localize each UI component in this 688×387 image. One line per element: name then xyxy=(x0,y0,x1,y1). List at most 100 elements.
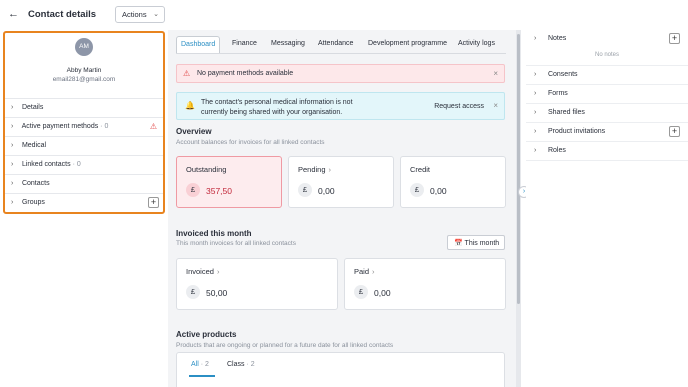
add-group-button[interactable]: + xyxy=(148,197,159,208)
payment-alert-text: No payment methods available xyxy=(197,70,294,77)
section-label: Consents xyxy=(547,71,578,78)
overview-subtitle: Account balances for invoices for all li… xyxy=(176,139,325,146)
tab-attendance[interactable]: Attendance xyxy=(318,36,353,53)
section-label: Notes xyxy=(547,35,567,42)
section-label: Details xyxy=(21,104,44,111)
actions-dropdown[interactable]: Actions ⌄ xyxy=(115,6,165,23)
section-label: Medical xyxy=(21,142,47,149)
section-label: Groups xyxy=(21,199,45,206)
tab-activity-logs[interactable]: Activity logs xyxy=(458,36,495,53)
chevron-right-icon: › xyxy=(534,147,537,154)
active-products-subtitle: Products that are ongoing or planned for… xyxy=(176,342,394,349)
section-shared-files[interactable]: › Shared files xyxy=(526,104,688,123)
card-label: Pending › xyxy=(298,165,332,174)
chevron-right-icon: › xyxy=(534,35,537,42)
invoiced-value: 50,00 xyxy=(206,288,228,298)
section-details[interactable]: › Details xyxy=(5,98,163,117)
section-product-invitations[interactable]: › Product invitations + xyxy=(526,123,688,142)
chevron-right-icon: › xyxy=(534,109,537,116)
credit-card[interactable]: Credit £ 0,00 xyxy=(400,156,506,208)
pending-value: 0,00 xyxy=(318,186,335,196)
pound-icon: £ xyxy=(410,183,424,197)
period-label: This month xyxy=(464,240,500,247)
avatar: AM xyxy=(75,38,93,56)
chevron-right-icon: › xyxy=(11,161,14,168)
card-label: Outstanding xyxy=(186,165,227,174)
contact-panel: AM Abby Martin email281@gmail.com › Deta… xyxy=(3,31,165,214)
paid-card[interactable]: Paid › £ 0,00 xyxy=(344,258,506,310)
section-count: · 0 xyxy=(100,123,109,130)
chevron-right-icon: › xyxy=(534,71,537,78)
invoiced-title: Invoiced this month xyxy=(176,229,252,238)
tab-finance[interactable]: Finance xyxy=(232,36,257,53)
tab-development-programme[interactable]: Development programme xyxy=(368,36,447,53)
section-label: Roles xyxy=(547,147,566,154)
card-label: Credit xyxy=(410,165,431,174)
back-arrow-icon[interactable]: ← xyxy=(8,8,20,20)
actions-label: Actions xyxy=(122,10,147,19)
section-label: Product invitations xyxy=(547,128,606,135)
right-sidebar: › Notes + No notes › Consents › Forms › … xyxy=(526,30,688,387)
scrollbar-thumb[interactable] xyxy=(517,34,520,304)
page-title: Contact details xyxy=(28,9,97,20)
section-medical[interactable]: › Medical xyxy=(5,136,163,155)
section-label: Linked contacts xyxy=(21,161,71,168)
section-notes[interactable]: › Notes + No notes xyxy=(526,30,688,66)
request-access-button[interactable]: Request access xyxy=(434,102,484,112)
chevron-right-icon: › xyxy=(11,199,14,206)
invoiced-subtitle: This month invoices for all linked conta… xyxy=(176,240,296,247)
chevron-right-icon: › xyxy=(11,180,14,187)
pound-icon: £ xyxy=(186,285,200,299)
pound-icon: £ xyxy=(186,183,200,197)
no-notes-text: No notes xyxy=(594,52,619,58)
section-contacts[interactable]: › Contacts xyxy=(5,174,163,193)
section-label: Active payment methods xyxy=(21,123,99,130)
this-month-button[interactable]: 📅 This month xyxy=(447,235,505,250)
invoiced-card[interactable]: Invoiced › £ 50,00 xyxy=(176,258,338,310)
active-tab-indicator xyxy=(189,375,215,377)
warning-icon: ⚠ xyxy=(149,122,157,131)
products-tab-class[interactable]: Class · 2 xyxy=(227,361,255,368)
payment-alert: ⚠ No payment methods available × xyxy=(176,64,505,83)
chevron-right-icon: › xyxy=(11,123,14,130)
pound-icon: £ xyxy=(354,285,368,299)
pending-card[interactable]: Pending › £ 0,00 xyxy=(288,156,394,208)
section-linked-contacts[interactable]: › Linked contacts · 0 xyxy=(5,155,163,174)
section-forms[interactable]: › Forms xyxy=(526,85,688,104)
contact-name: Abby Martin xyxy=(66,67,102,74)
medical-info-alert: 🔔 The contact's personal medical informa… xyxy=(176,92,505,120)
chevron-right-icon: › xyxy=(534,90,537,97)
active-products-title: Active products xyxy=(176,330,237,339)
add-note-button[interactable]: + xyxy=(669,33,680,44)
outstanding-value: 357,50 xyxy=(206,186,232,196)
credit-value: 0,00 xyxy=(430,186,447,196)
chevron-right-icon: › xyxy=(328,165,332,174)
chevron-right-icon: › xyxy=(534,128,537,135)
warning-icon: ⚠ xyxy=(183,69,191,78)
top-bar: ← Contact details Actions ⌄ xyxy=(0,0,520,30)
contact-email: email281@gmail.com xyxy=(52,76,116,83)
tab-divider xyxy=(176,53,506,54)
section-active-payment-methods[interactable]: › Active payment methods · 0 ⚠ xyxy=(5,117,163,136)
products-tab-all[interactable]: All · 2 xyxy=(191,361,209,368)
section-label: Forms xyxy=(547,90,568,97)
calendar-icon: 📅 xyxy=(454,240,463,247)
bell-icon: 🔔 xyxy=(185,101,195,110)
card-label: Invoiced › xyxy=(186,267,220,276)
section-count: · 0 xyxy=(72,161,81,168)
tab-messaging[interactable]: Messaging xyxy=(271,36,305,53)
section-roles[interactable]: › Roles xyxy=(526,142,688,161)
main-content: Dashboard Finance Messaging Attendance D… xyxy=(168,30,516,387)
outstanding-card[interactable]: Outstanding £ 357,50 xyxy=(176,156,282,208)
pound-icon: £ xyxy=(298,183,312,197)
chevron-right-icon: › xyxy=(11,142,14,149)
close-icon[interactable]: × xyxy=(493,101,498,111)
paid-value: 0,00 xyxy=(374,288,391,298)
section-groups[interactable]: › Groups + xyxy=(5,193,163,212)
tab-dashboard[interactable]: Dashboard xyxy=(176,36,221,53)
add-invitation-button[interactable]: + xyxy=(669,126,680,137)
section-consents[interactable]: › Consents xyxy=(526,66,688,85)
section-label: Contacts xyxy=(21,180,50,187)
chevron-down-icon: ⌄ xyxy=(153,11,159,18)
close-icon[interactable]: × xyxy=(493,69,498,78)
